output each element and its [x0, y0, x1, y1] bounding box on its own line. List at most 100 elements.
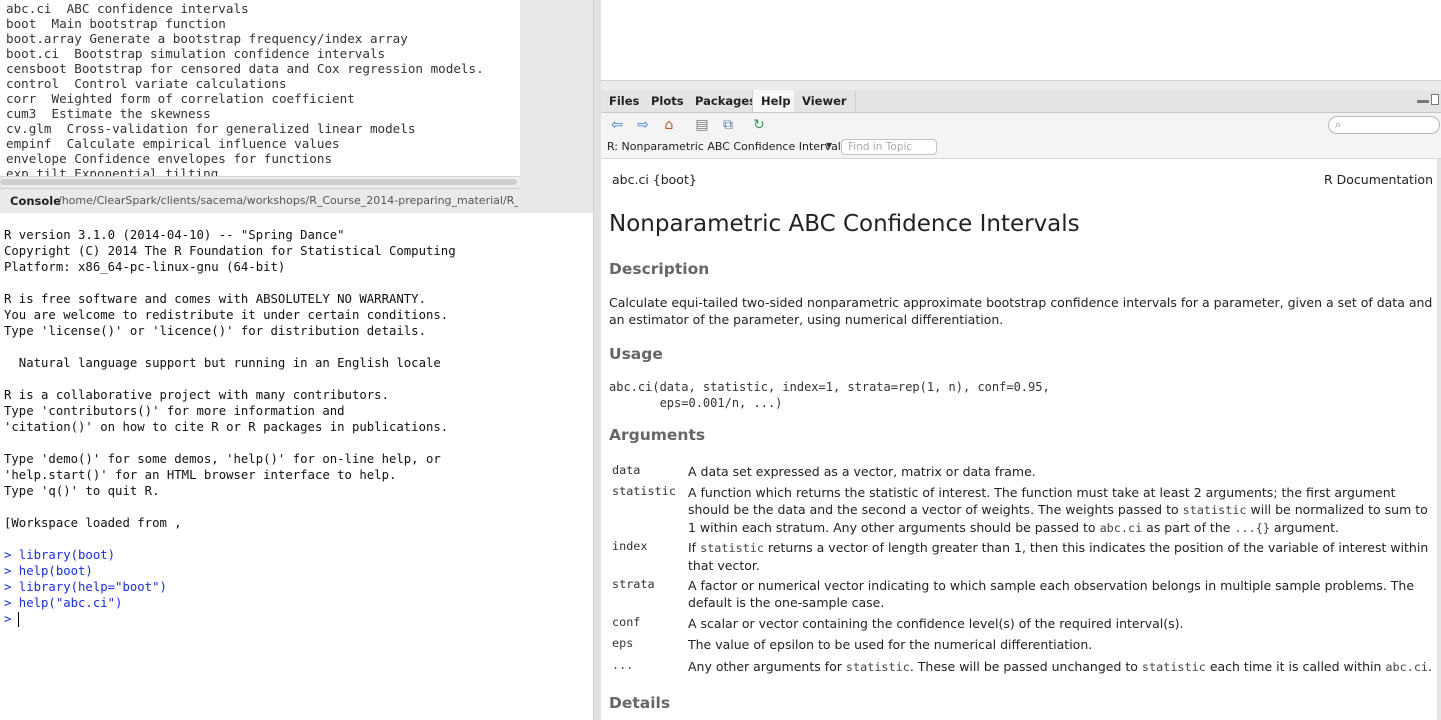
argument-text: argument.: [1269, 520, 1340, 535]
argument-name: ...: [612, 658, 634, 672]
argument-name: statistic: [612, 484, 676, 498]
console-command: > help(boot): [4, 564, 93, 578]
argument-description: If statistic returns a vector of length …: [688, 539, 1438, 574]
index-line[interactable]: abc.ci ABC confidence intervals: [6, 1, 249, 16]
tab-viewer[interactable]: Viewer: [794, 90, 856, 112]
console-line: R version 3.1.0 (2014-04-10) -- "Spring …: [4, 228, 345, 242]
find-in-topic-input[interactable]: Find in Topic: [841, 139, 937, 155]
tab-plots[interactable]: Plots: [643, 90, 693, 112]
argument-name: conf: [612, 615, 641, 629]
console-line: R is a collaborative project with many c…: [4, 388, 389, 402]
console-line: Type 'demo()' for some demos, 'help()' f…: [4, 452, 441, 466]
help-topic-id: abc.ci {boot}: [612, 172, 697, 187]
console-line: R is free software and comes with ABSOLU…: [4, 292, 426, 306]
console-command: > library(help="boot"): [4, 580, 167, 594]
argument-code: statistic: [1141, 660, 1206, 674]
argument-text: as part of the: [1142, 520, 1235, 535]
argument-text: .: [1428, 659, 1433, 674]
argument-code: ...{}: [1234, 521, 1270, 535]
index-line[interactable]: boot Main bootstrap function: [6, 16, 226, 31]
console-command: > library(boot): [4, 548, 116, 562]
tab-files[interactable]: Files: [601, 90, 649, 112]
details-heading: Details: [609, 694, 671, 712]
index-line[interactable]: empinf Calculate empirical influence val…: [6, 136, 340, 151]
chevron-down-icon[interactable]: ▼: [826, 141, 832, 150]
console-header: Console /home/ClearSpark/clients/sacema/…: [0, 188, 520, 214]
argument-text: If: [688, 540, 701, 555]
usage-heading: Usage: [609, 345, 663, 363]
vertical-scrollbar[interactable]: [1437, 159, 1441, 720]
console-line: You are welcome to redistribute it under…: [4, 308, 449, 322]
horizontal-scrollbar[interactable]: [0, 176, 520, 187]
index-line[interactable]: boot.ci Bootstrap simulation confidence …: [6, 46, 385, 61]
argument-code: abc.ci: [1099, 521, 1143, 535]
search-icon: ⌕: [1335, 118, 1342, 131]
text-cursor: [18, 612, 19, 627]
console-line: Type 'q()' to quit R.: [4, 484, 160, 498]
index-line[interactable]: censboot Bootstrap for censored data and…: [6, 61, 484, 76]
description-heading: Description: [609, 260, 710, 278]
topic-bar: R: Nonparametric ABC Confidence Interval…: [601, 137, 1441, 159]
console-line: 'citation()' on how to cite R or R packa…: [4, 420, 449, 434]
argument-description: A data set expressed as a vector, matrix…: [688, 464, 1036, 479]
argument-text: returns a vector of length greater than …: [688, 540, 1429, 573]
argument-description: Any other arguments for statistic. These…: [688, 658, 1438, 676]
maximize-icon[interactable]: [1431, 94, 1439, 105]
usage-code: abc.ci(data, statistic, index=1, strata=…: [609, 380, 1050, 410]
argument-code: statistic: [845, 660, 910, 674]
console-line: [Workspace loaded from ,: [4, 516, 182, 530]
console-line: Natural language support but running in …: [4, 356, 441, 370]
home-icon[interactable]: ⌂: [661, 117, 677, 133]
argument-code: statistic: [700, 541, 764, 555]
console-line: 'help.start()' for an HTML browser inter…: [4, 468, 397, 482]
argument-description: A function which returns the statistic o…: [688, 484, 1438, 537]
scrollbar-thumb[interactable]: [0, 179, 517, 185]
argument-code: abc.ci: [1385, 660, 1429, 674]
help-search-input[interactable]: ⌕: [1328, 116, 1440, 134]
files-pane-tabs: Files Plots Packages Help Viewer: [601, 90, 1441, 113]
refresh-icon[interactable]: ↻: [751, 117, 767, 133]
console-title[interactable]: Console: [10, 194, 61, 208]
console-line: Platform: x86_64-pc-linux-gnu (64-bit): [4, 260, 286, 274]
argument-name: index: [612, 539, 648, 553]
argument-description: A factor or numerical vector indicating …: [688, 578, 1415, 610]
open-in-window-icon[interactable]: ⧉: [720, 117, 736, 133]
back-arrow-icon[interactable]: ⇦: [609, 117, 625, 133]
argument-text: . These will be passed unchanged to: [909, 659, 1142, 674]
pane-minimize-maximize[interactable]: [1417, 94, 1439, 106]
console-prompt[interactable]: >: [4, 611, 11, 627]
working-directory-path: /home/ClearSpark/clients/sacema/workshop…: [58, 194, 518, 207]
index-line[interactable]: envelope Confidence envelopes for functi…: [6, 151, 332, 166]
argument-name: data: [612, 463, 641, 477]
console-line: Type 'contributors()' for more informati…: [4, 404, 345, 418]
help-toolbar: ⇦ ⇨ ⌂ ▤ ⧉ ↻ ⌕: [601, 113, 1441, 138]
help-document: abc.ci {boot} R Documentation Nonparamet…: [601, 159, 1441, 720]
index-line[interactable]: control Control variate calculations: [6, 76, 287, 91]
index-line[interactable]: corr Weighted form of correlation coeffi…: [6, 91, 355, 106]
console-command: > help("abc.ci"): [4, 596, 123, 610]
topic-dropdown[interactable]: R: Nonparametric ABC Confidence Interval…: [607, 140, 847, 153]
minimize-icon[interactable]: [1417, 100, 1429, 103]
page-title: Nonparametric ABC Confidence Intervals: [609, 211, 1080, 237]
package-index-pane: abc.ci ABC confidence intervals boot Mai…: [0, 0, 520, 180]
upper-right-pane: [601, 0, 1441, 81]
forward-arrow-icon[interactable]: ⇨: [635, 117, 651, 133]
argument-description: A scalar or vector containing the confid…: [688, 616, 1184, 631]
argument-code: statistic: [1182, 503, 1247, 517]
arguments-heading: Arguments: [609, 426, 706, 444]
argument-name: eps: [612, 636, 634, 650]
index-line[interactable]: boot.array Generate a bootstrap frequenc…: [6, 31, 408, 46]
index-line[interactable]: cum3 Estimate the skewness: [6, 106, 211, 121]
console-line: Type 'license()' or 'licence()' for dist…: [4, 324, 426, 338]
argument-description: The value of epsilon to be used for the …: [688, 637, 1093, 652]
tab-help[interactable]: Help: [752, 90, 800, 112]
argument-name: strata: [612, 577, 655, 591]
print-icon[interactable]: ▤: [694, 117, 710, 133]
r-documentation-label: R Documentation: [1323, 172, 1433, 187]
console-line: Copyright (C) 2014 The R Foundation for …: [4, 244, 456, 258]
argument-text: each time it is called within: [1205, 659, 1386, 674]
description-text: Calculate equi-tailed two-sided nonparam…: [609, 295, 1433, 327]
console-output[interactable]: R version 3.1.0 (2014-04-10) -- "Spring …: [0, 213, 593, 720]
argument-text: Any other arguments for: [688, 659, 846, 674]
index-line[interactable]: cv.glm Cross-validation for generalized …: [6, 121, 415, 136]
